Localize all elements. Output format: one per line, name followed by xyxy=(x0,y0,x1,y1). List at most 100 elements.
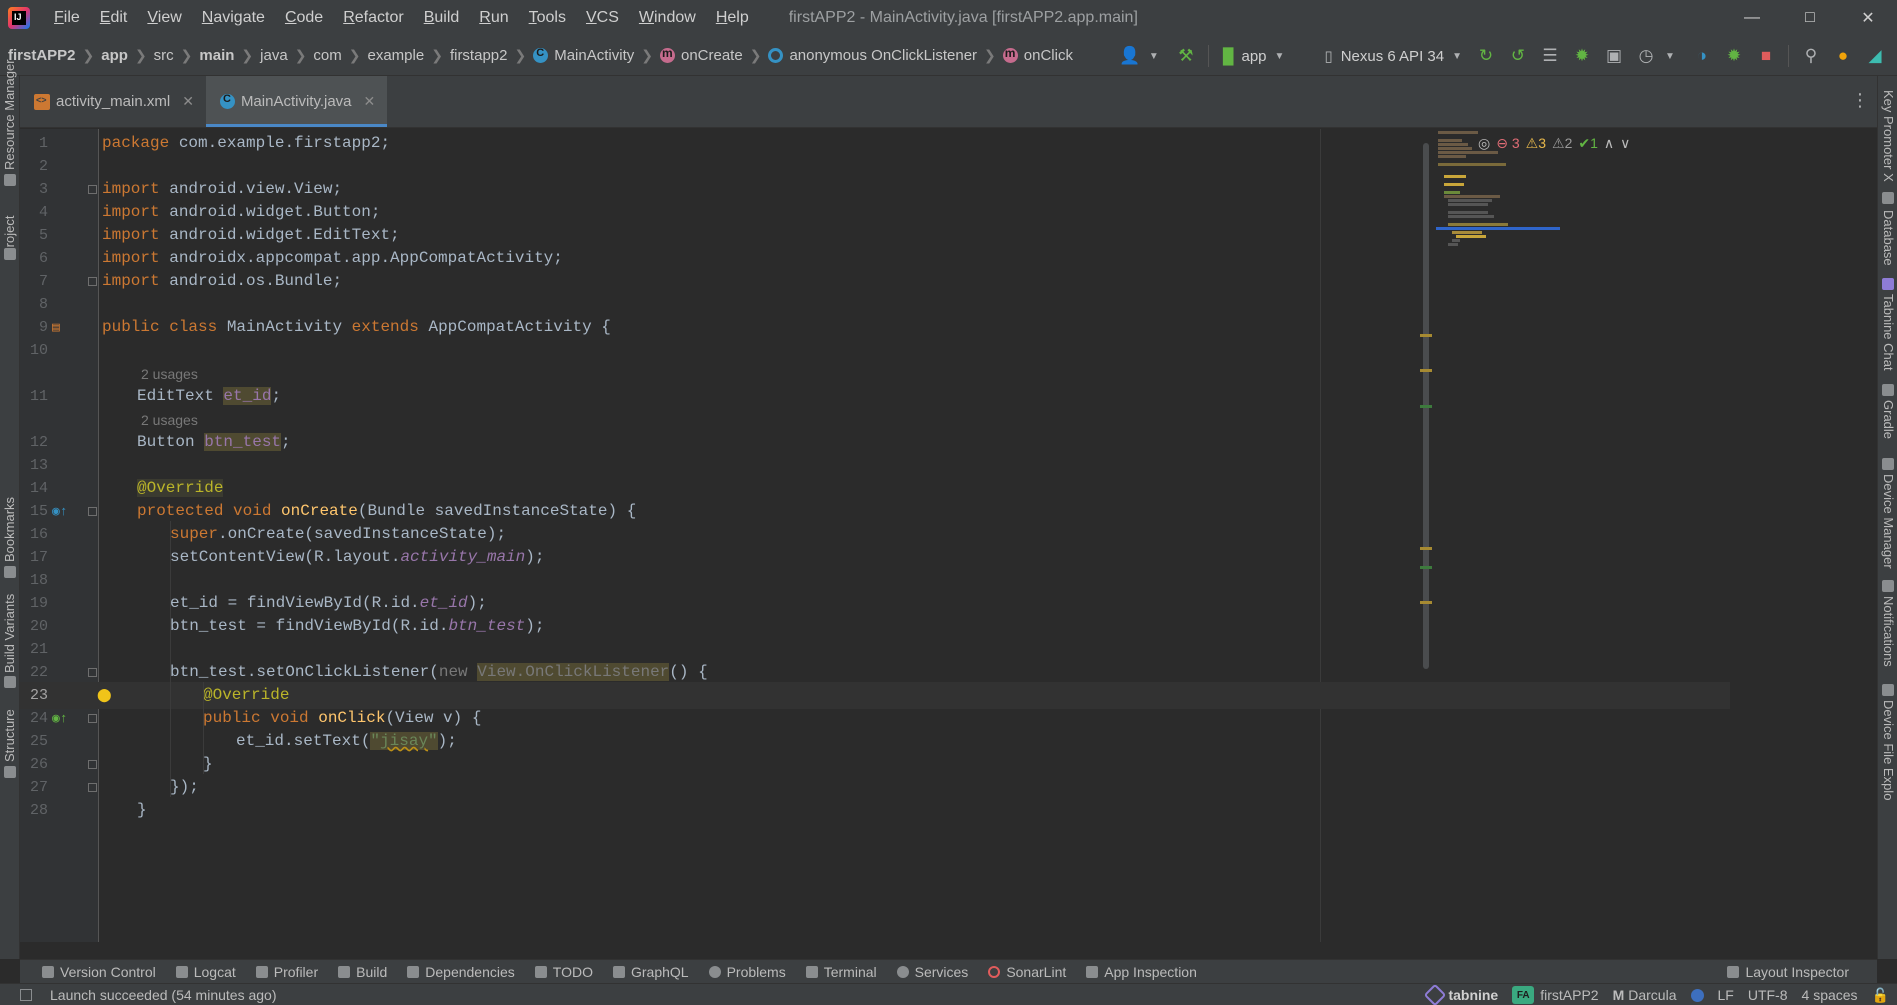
breadcrumb-java[interactable]: java xyxy=(256,47,292,64)
menu-tools[interactable]: Tools xyxy=(519,0,576,36)
run-with-coverage-icon[interactable]: ▣ xyxy=(1600,42,1628,70)
indent-setting[interactable]: 4 spaces xyxy=(1802,987,1858,1003)
tool-tabnine-chat[interactable]: Tabnine Chat xyxy=(1881,294,1896,374)
rerun-icon[interactable]: ↻ xyxy=(1472,42,1500,70)
update-icon[interactable]: ● xyxy=(1829,42,1857,70)
menu-run[interactable]: Run xyxy=(469,0,518,36)
close-tab-icon[interactable]: ✕ xyxy=(364,93,376,110)
profiler-gauge-icon[interactable]: ◑ xyxy=(1688,42,1716,70)
device-select[interactable]: ▯ Nexus 6 API 34 ▼ xyxy=(1316,42,1470,70)
minimize-icon[interactable]: — xyxy=(1723,0,1781,36)
build-hammer-icon[interactable]: ⚒ xyxy=(1172,42,1200,70)
breadcrumb-package[interactable]: firstapp2 xyxy=(446,47,512,64)
breadcrumb-method-onclick[interactable]: onClick xyxy=(999,46,1077,64)
breadcrumb-main[interactable]: main xyxy=(195,47,238,64)
project-widget[interactable]: FA firstAPP2 xyxy=(1512,986,1599,1004)
tool-database[interactable]: Database xyxy=(1881,210,1896,270)
breadcrumb-method-oncreate[interactable]: onCreate xyxy=(656,46,747,64)
tabnine-status[interactable]: tabnine xyxy=(1427,987,1498,1003)
tool-bookmarks[interactable]: Bookmarks xyxy=(2,496,17,562)
apply-changes-icon[interactable]: ↺ xyxy=(1504,42,1532,70)
tool-sonarlint[interactable]: SonarLint xyxy=(978,964,1076,980)
fold-icon[interactable] xyxy=(88,668,97,677)
toggle-tool-windows-icon[interactable] xyxy=(20,988,32,1001)
tool-logcat[interactable]: Logcat xyxy=(166,964,246,980)
tool-device-file-explorer[interactable]: Device File Explo xyxy=(1881,700,1896,800)
tool-structure[interactable]: Structure xyxy=(2,706,17,762)
fold-icon[interactable] xyxy=(88,714,97,723)
tool-key-promoter[interactable]: Key Promoter X xyxy=(1881,90,1896,186)
breadcrumb-example[interactable]: example xyxy=(364,47,429,64)
tab-mainactivity-java[interactable]: MainActivity.java ✕ xyxy=(205,76,388,127)
stop-icon[interactable]: ■ xyxy=(1752,42,1780,70)
breadcrumb-anonymous-class[interactable]: anonymous OnClickListener xyxy=(764,47,981,64)
attach-debugger-icon[interactable]: ✹ xyxy=(1720,42,1748,70)
tool-graphql[interactable]: GraphQL xyxy=(603,964,699,980)
file-encoding[interactable]: UTF-8 xyxy=(1748,987,1788,1003)
tab-activity-main-xml[interactable]: activity_main.xml ✕ xyxy=(20,76,206,127)
tool-dependencies[interactable]: Dependencies xyxy=(397,964,525,980)
copilot-status-icon[interactable] xyxy=(1690,988,1704,1002)
info-marker[interactable] xyxy=(1420,405,1432,408)
tool-problems[interactable]: Problems xyxy=(699,964,796,980)
gradle-icon xyxy=(1882,384,1894,396)
tool-gradle[interactable]: Gradle xyxy=(1881,400,1896,450)
apply-code-changes-icon[interactable]: ☰ xyxy=(1536,42,1564,70)
tool-layout-inspector[interactable]: Layout Inspector xyxy=(1727,960,1849,984)
line-separator[interactable]: LF xyxy=(1718,987,1734,1003)
warning-marker[interactable] xyxy=(1420,547,1432,550)
breadcrumb-com[interactable]: com xyxy=(309,47,345,64)
chevron-down-icon[interactable]: ▼ xyxy=(1140,42,1168,70)
fold-icon[interactable] xyxy=(88,507,97,516)
code-editor[interactable]: ◎ ⊖ 3 ⚠3 ⚠2 ✔1 ∧ ∨ 1 package com.example… xyxy=(20,129,1877,942)
maximize-icon[interactable]: □ xyxy=(1781,0,1839,36)
codewithme-icon[interactable]: ◢ xyxy=(1861,42,1889,70)
tool-app-inspection[interactable]: App Inspection xyxy=(1076,964,1207,980)
chevron-down-icon[interactable]: ▼ xyxy=(1656,42,1684,70)
warning-marker[interactable] xyxy=(1420,369,1432,372)
fold-icon[interactable] xyxy=(88,277,97,286)
menu-edit[interactable]: Edit xyxy=(90,0,138,36)
tool-device-manager[interactable]: Device Manager xyxy=(1881,474,1896,574)
tool-services[interactable]: Services xyxy=(887,964,979,980)
warning-marker[interactable] xyxy=(1420,601,1432,604)
lock-icon[interactable]: 🔓 xyxy=(1872,987,1889,1004)
menu-window[interactable]: Window xyxy=(629,0,706,36)
status-message[interactable]: Launch succeeded (54 minutes ago) xyxy=(50,987,276,1003)
tool-terminal[interactable]: Terminal xyxy=(796,964,887,980)
close-tab-icon[interactable]: ✕ xyxy=(182,93,194,110)
breadcrumb-src[interactable]: src xyxy=(150,47,178,64)
menu-view[interactable]: View xyxy=(137,0,191,36)
tool-build[interactable]: Build xyxy=(328,964,397,980)
close-icon[interactable]: ✕ xyxy=(1839,0,1897,36)
tool-build-variants[interactable]: Build Variants xyxy=(2,591,17,673)
debug-icon[interactable]: ✹ xyxy=(1568,42,1596,70)
code-minimap[interactable] xyxy=(1436,129,1560,299)
menu-help[interactable]: Help xyxy=(706,0,759,36)
search-icon[interactable]: ⚲ xyxy=(1797,42,1825,70)
theme-widget[interactable]: M Darcula xyxy=(1613,987,1677,1003)
tool-profiler[interactable]: Profiler xyxy=(246,964,328,980)
menu-build[interactable]: Build xyxy=(414,0,470,36)
menu-navigate[interactable]: Navigate xyxy=(192,0,275,36)
menu-file[interactable]: File xyxy=(44,0,90,36)
breadcrumb-class[interactable]: MainActivity xyxy=(529,47,638,64)
tool-notifications[interactable]: Notifications xyxy=(1881,596,1896,682)
tool-todo[interactable]: TODO xyxy=(525,964,603,980)
fold-icon[interactable] xyxy=(88,760,97,769)
fold-icon[interactable] xyxy=(88,783,97,792)
more-options-icon[interactable]: ⋮ xyxy=(1851,90,1869,111)
menu-refactor[interactable]: Refactor xyxy=(333,0,413,36)
fold-icon[interactable] xyxy=(88,185,97,194)
tool-version-control[interactable]: Version Control xyxy=(32,964,166,980)
usages-hint[interactable]: 2 usages xyxy=(141,366,198,382)
device-file-explorer-icon xyxy=(1882,684,1894,696)
menu-vcs[interactable]: VCS xyxy=(576,0,629,36)
run-configuration-select[interactable]: █ app ▼ xyxy=(1215,42,1293,70)
warning-marker[interactable] xyxy=(1420,334,1432,337)
usages-hint[interactable]: 2 usages xyxy=(141,412,198,428)
menu-code[interactable]: Code xyxy=(275,0,333,36)
tool-resource-manager[interactable]: Resource Manager xyxy=(2,59,17,170)
info-marker[interactable] xyxy=(1420,566,1432,569)
breadcrumb-module[interactable]: app xyxy=(97,47,132,64)
